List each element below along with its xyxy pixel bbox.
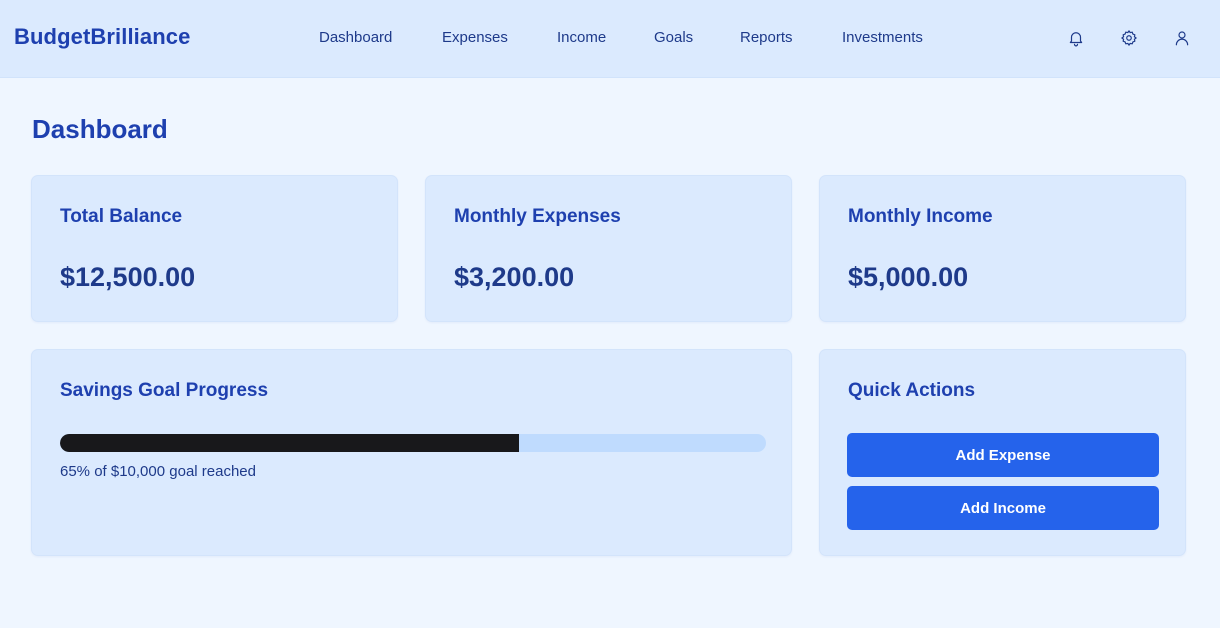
card-title: Monthly Expenses	[454, 206, 621, 227]
quick-actions-card: Quick Actions Add Expense Add Income	[819, 349, 1186, 556]
add-income-button[interactable]: Add Income	[847, 486, 1159, 530]
nav-item-expenses[interactable]: Expenses	[442, 29, 508, 46]
gear-icon	[1121, 30, 1137, 46]
profile-button[interactable]	[1172, 28, 1192, 48]
savings-progress-caption: 65% of $10,000 goal reached	[60, 463, 256, 480]
bell-icon	[1069, 32, 1083, 47]
brand-logo[interactable]: BudgetBrilliance	[14, 24, 190, 50]
card-title: Quick Actions	[848, 380, 976, 401]
card-value: $12,500.00	[60, 262, 196, 292]
savings-progress-fill	[60, 434, 519, 452]
card-title: Total Balance	[60, 206, 183, 227]
nav-item-reports[interactable]: Reports	[740, 29, 793, 46]
nav-item-goals[interactable]: Goals	[654, 29, 693, 46]
card-title: Monthly Income	[848, 206, 993, 227]
card-value: $3,200.00	[454, 262, 575, 292]
nav-item-income[interactable]: Income	[557, 29, 606, 46]
nav-item-dashboard[interactable]: Dashboard	[319, 29, 392, 46]
card-title: Savings Goal Progress	[60, 380, 269, 401]
nav-item-investments[interactable]: Investments	[842, 29, 923, 46]
top-navigation-bar: BudgetBrilliance Dashboard Expenses Inco…	[0, 0, 1220, 78]
monthly-expenses-card: Monthly Expenses $3,200.00	[425, 175, 792, 322]
card-value: $5,000.00	[848, 262, 969, 292]
total-balance-card: Total Balance $12,500.00	[31, 175, 398, 322]
savings-goal-card: Savings Goal Progress 65% of $10,000 goa…	[31, 349, 792, 556]
page-title: Dashboard	[32, 114, 168, 144]
notifications-button[interactable]	[1066, 28, 1086, 48]
savings-progress-bar	[60, 434, 766, 452]
add-expense-button[interactable]: Add Expense	[847, 433, 1159, 477]
monthly-income-card: Monthly Income $5,000.00	[819, 175, 1186, 322]
user-icon	[1175, 31, 1189, 46]
settings-button[interactable]	[1119, 28, 1139, 48]
